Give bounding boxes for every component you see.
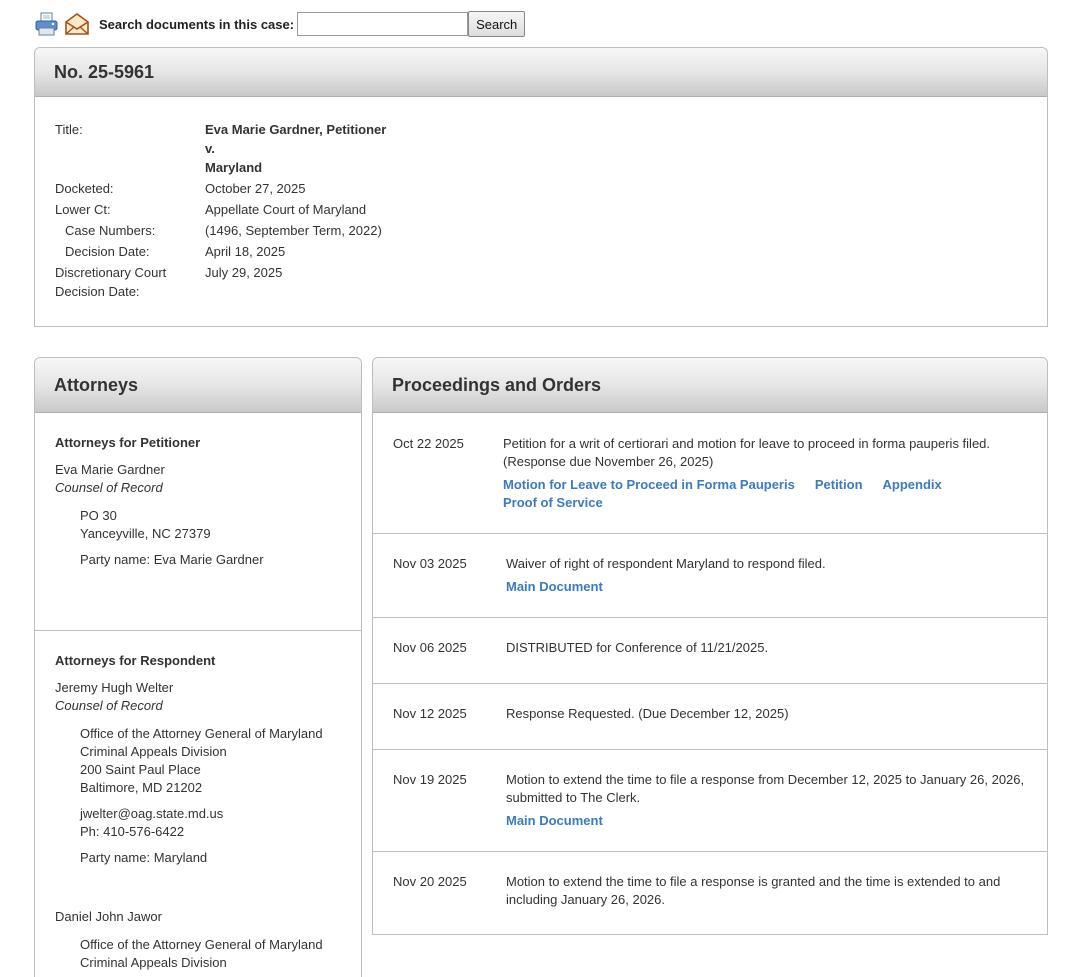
proceedings-heading: Proceedings and Orders [373,358,1047,413]
main-document-link[interactable]: Main Document [506,579,603,594]
docketed-value: October 27, 2025 [205,181,306,196]
proceeding-text: Waiver of right of respondent Maryland t… [506,556,826,571]
toolbar: Search documents in this case: Search [34,10,526,38]
search-input[interactable] [297,12,469,36]
proceeding-date: Nov 19 2025 [393,772,467,787]
lower-court-value: Appellate Court of Maryland [205,202,367,217]
proceeding-row: Nov 03 2025 Waiver of right of responden… [373,534,1047,618]
discretionary-date-label: Discretionary Court Decision Date: [55,263,205,301]
proceeding-row: Oct 22 2025 Petition for a writ of certi… [373,413,1047,534]
attorney-phone: Ph: 410-576-6422 [80,824,185,839]
attorney-email: jwelter@oag.state.md.us [80,806,224,821]
party-name: Party name: Maryland [80,850,208,865]
proceeding-text-block: Waiver of right of respondent Maryland t… [506,555,1026,596]
discretionary-label-line2: Decision Date: [55,284,140,299]
proceeding-text: Motion to extend the time to file a resp… [506,874,1001,907]
proceeding-date: Nov 06 2025 [393,640,467,655]
search-label: Search documents in this case: [99,16,295,32]
main-document-link[interactable]: Main Document [506,813,603,828]
address-line: Criminal Appeals Division [80,744,227,759]
petition-link[interactable]: Petition [815,477,863,492]
proceeding-row: Nov 12 2025 Response Requested. (Due Dec… [373,684,1047,750]
search-button[interactable]: Search [468,11,526,37]
case-title: Eva Marie Gardner, Petitioner v. Marylan… [205,120,386,177]
case-details: Title: Eva Marie Gardner, Petitioner v. … [55,120,386,303]
petitioner-heading: Attorneys for Petitioner [55,435,201,450]
proceeding-date: Nov 20 2025 [393,874,467,889]
proceeding-text: Motion to extend the time to file a resp… [506,772,1025,805]
proceeding-date: Oct 22 2025 [393,436,464,451]
respondent-attorneys: Attorneys for Respondent Jeremy Hugh Wel… [35,631,361,972]
proof-of-service-link[interactable]: Proof of Service [503,495,603,510]
case-number: No. 25-5961 [35,48,1047,97]
attorney-address: Office of the Attorney General of Maryla… [55,725,341,797]
address-line: Criminal Appeals Division [80,955,227,970]
proceeding-text: DISTRIBUTED for Conference of 11/21/2025… [506,640,769,655]
proceeding-text: Petition for a writ of certiorari and mo… [503,436,991,469]
address-line: Yanceyville, NC 27379 [80,526,211,541]
proceeding-row: Nov 06 2025 DISTRIBUTED for Conference o… [373,618,1047,684]
proceedings-panel: Proceedings and Orders Oct 22 2025 Petit… [372,357,1048,935]
case-title-versus: v. [205,141,215,156]
appendix-link[interactable]: Appendix [883,477,942,492]
proceeding-date: Nov 03 2025 [393,556,467,571]
case-numbers-label: Case Numbers: [65,223,156,238]
attorney-name: Jeremy Hugh Welter [55,680,174,695]
attorney-name: Daniel John Jawor [55,909,162,924]
address-line: Baltimore, MD 21202 [80,780,203,795]
proceeding-text-block: Petition for a writ of certiorari and mo… [503,435,1023,512]
motion-link[interactable]: Motion for Leave to Proceed in Forma Pau… [503,477,795,492]
address-line: PO 30 [80,508,117,523]
envelope-icon[interactable] [64,11,90,37]
discretionary-date-value: July 29, 2025 [205,265,283,280]
case-title-petitioner: Eva Marie Gardner, Petitioner [205,122,387,137]
proceeding-row: Nov 20 2025 Motion to extend the time to… [373,852,1047,934]
address-line: Office of the Attorney General of Maryla… [80,937,323,952]
proceeding-date: Nov 12 2025 [393,706,467,721]
docketed-label: Docketed: [55,181,114,196]
case-info-panel: No. 25-5961 Title: Eva Marie Gardner, Pe… [34,47,1048,327]
address-line: 200 Saint Paul Place [80,762,201,777]
proceeding-links: Main Document [506,578,1026,596]
decision-date-label: Decision Date: [65,244,150,259]
attorney-name: Eva Marie Gardner [55,462,165,477]
discretionary-label-line1: Discretionary Court [55,265,167,280]
decision-date-value: April 18, 2025 [205,244,286,259]
attorney-address: Office of the Attorney General of Maryla… [55,936,341,972]
party-name: Party name: Eva Marie Gardner [80,552,264,567]
proceeding-row: Nov 19 2025 Motion to extend the time to… [373,750,1047,852]
attorneys-heading: Attorneys [35,358,361,413]
attorney-contact: jwelter@oag.state.md.us Ph: 410-576-6422 [55,805,341,841]
respondent-heading: Attorneys for Respondent [55,653,216,668]
attorneys-panel: Attorneys Attorneys for Petitioner Eva M… [34,357,362,977]
lower-court-label: Lower Ct: [55,202,111,217]
printer-icon[interactable] [34,11,60,37]
petitioner-attorneys: Attorneys for Petitioner Eva Marie Gardn… [35,413,361,630]
case-title-respondent: Maryland [205,160,263,175]
proceeding-text-block: Motion to extend the time to file a resp… [506,771,1031,830]
title-label: Title: [55,122,83,137]
attorney-role: Counsel of Record [55,480,163,495]
attorney-address: PO 30 Yanceyville, NC 27379 [55,507,341,543]
address-line: Office of the Attorney General of Maryla… [80,726,323,741]
attorney-role: Counsel of Record [55,698,163,713]
proceeding-links: Motion for Leave to Proceed in Forma Pau… [503,476,1023,512]
case-numbers-value: (1496, September Term, 2022) [205,223,382,238]
proceeding-text: Response Requested. (Due December 12, 20… [506,706,789,721]
proceeding-links: Main Document [506,812,1031,830]
